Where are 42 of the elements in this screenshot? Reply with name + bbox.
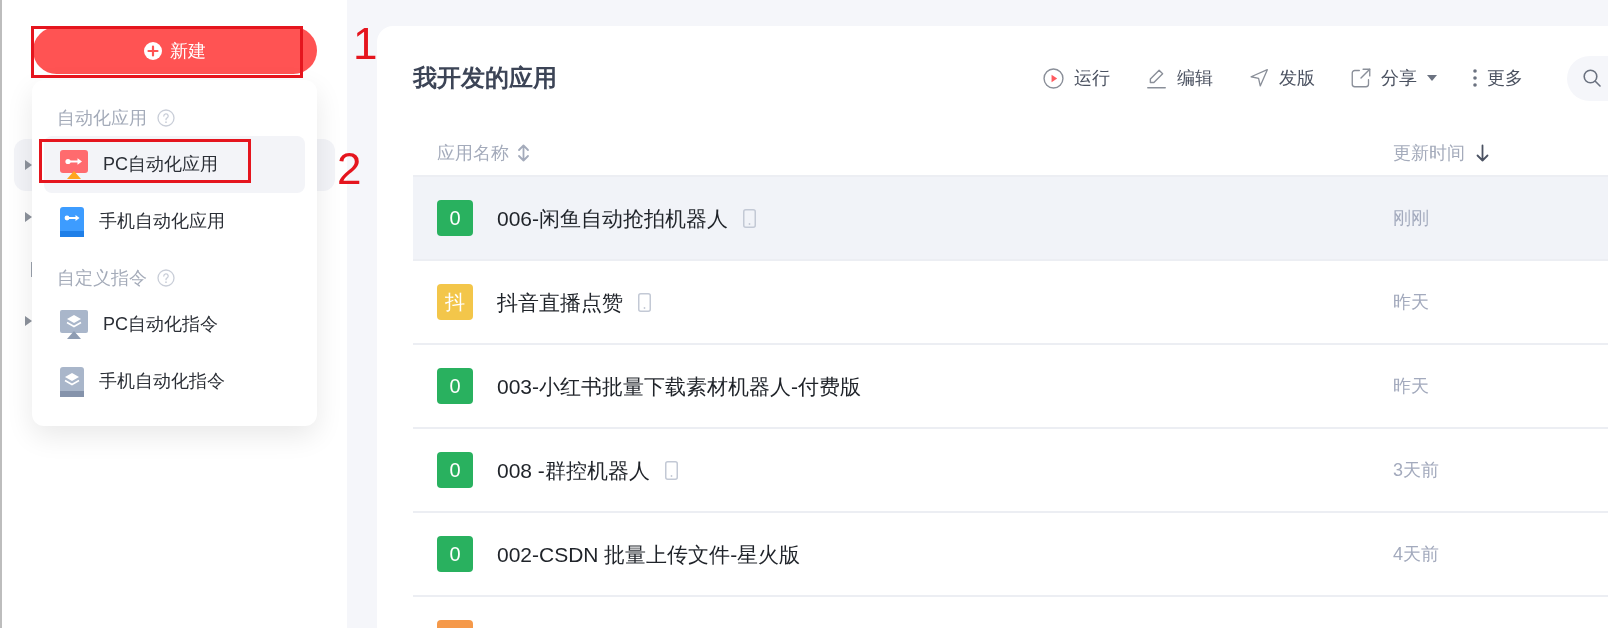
app-name: 003-小红书批量下载素材机器人-付费版 xyxy=(497,375,862,397)
step-number: 1 xyxy=(353,22,378,66)
app-name: 008 -群控机器人 xyxy=(497,459,650,481)
search-field[interactable] xyxy=(1567,55,1608,101)
phone-layers-icon xyxy=(60,366,84,397)
send-arrow-icon xyxy=(1249,68,1269,88)
arrow-down-icon[interactable] xyxy=(1476,143,1489,162)
app-name: 002-CSDN 批量上传文件-星火版 xyxy=(497,543,801,565)
section-title: 自定义指令 xyxy=(57,269,147,287)
play-icon xyxy=(1043,67,1064,89)
app-avatar: 0 xyxy=(437,536,473,572)
page-title: 我开发的应用 xyxy=(413,66,557,90)
monitor-arrow-icon xyxy=(60,150,88,179)
menu-item[interactable]: PC自动化应用 xyxy=(44,136,305,193)
app-avatar: 0 xyxy=(437,368,473,404)
external-link-icon xyxy=(1351,68,1371,88)
app-name: 006-闲鱼自动抢拍机器人 xyxy=(497,207,729,229)
app-avatar: 0 xyxy=(437,452,473,488)
app-name: 抖音直播点赞 xyxy=(497,291,623,313)
toolbar-button[interactable]: 发版 xyxy=(1249,68,1315,88)
toolbar-button[interactable]: 编辑 xyxy=(1146,67,1213,89)
update-time: 昨天 xyxy=(1393,293,1429,311)
more-icon xyxy=(1473,68,1477,88)
table-row[interactable]: 0 006-闲鱼自动抢拍机器人 刚刚 xyxy=(413,177,1608,261)
monitor-layers-icon xyxy=(60,310,88,339)
plus-icon xyxy=(144,41,162,60)
app-avatar: 抖 xyxy=(437,284,473,320)
sort-icon[interactable] xyxy=(517,143,530,162)
toolbar-button[interactable]: 运行 xyxy=(1043,67,1110,89)
toolbar-button[interactable]: 更多 xyxy=(1473,68,1523,88)
search-icon xyxy=(1583,69,1601,87)
update-time: 刚刚 xyxy=(1393,209,1429,227)
app-avatar: 0 xyxy=(437,200,473,236)
pencil-icon xyxy=(1146,67,1167,89)
update-time: 3天前 xyxy=(1393,461,1439,479)
update-time: 4天前 xyxy=(1393,545,1439,563)
step-number: 2 xyxy=(337,147,362,191)
update-time: 昨天 xyxy=(1393,377,1429,395)
help-icon[interactable] xyxy=(157,269,175,287)
help-icon[interactable] xyxy=(157,109,175,127)
section-title: 自动化应用 xyxy=(57,109,147,127)
toolbar-button[interactable]: 分享 xyxy=(1351,68,1437,88)
